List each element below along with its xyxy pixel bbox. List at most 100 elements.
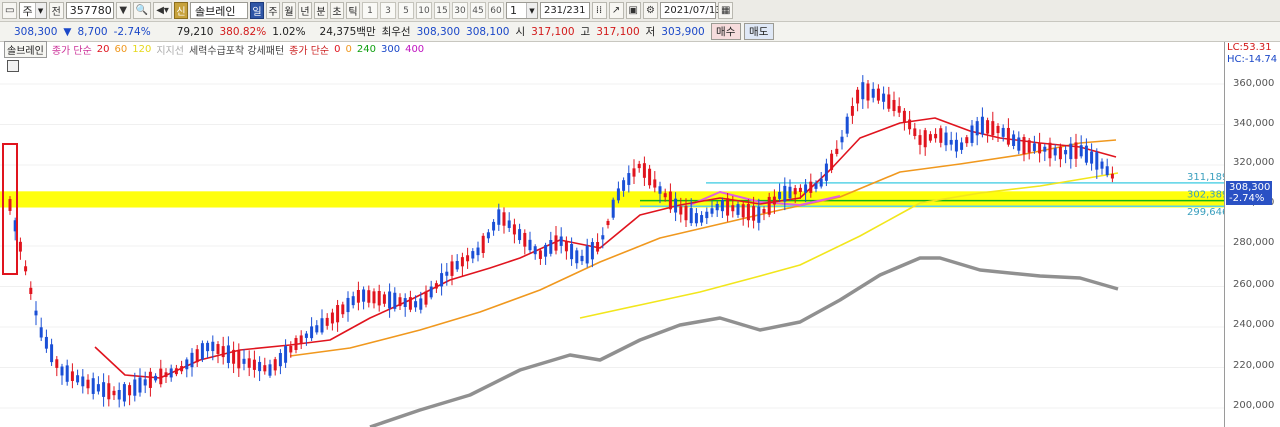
legend-support: 지지선 [156,46,184,57]
date-input[interactable]: 2021/07/13 [659,2,722,19]
buy-button[interactable]: 매수 [710,23,741,40]
save-icon[interactable]: ▣ [625,2,641,19]
candle-body [819,178,823,187]
price-axis: LC:53.31 HC:-14.74 360,000 340,000 320,0… [1224,42,1280,427]
candle-body [55,359,59,368]
calendar-icon[interactable]: ▦ [717,2,734,19]
candle-body [726,198,730,216]
candle-body [50,344,54,363]
interval-45[interactable]: 45 [469,2,486,19]
period-minute[interactable]: 분 [313,2,328,19]
best-ask: 308,300 [416,25,461,38]
candle-body [840,136,844,143]
candle-body [975,121,979,136]
candle-body [700,215,704,223]
search-icon[interactable]: 🔍 [132,2,152,19]
period-month[interactable]: 월 [281,2,296,19]
ma240-line [369,256,1119,427]
high-label: 고 [580,26,591,38]
interval-60[interactable]: 60 [487,2,504,19]
period-week[interactable]: 주 [265,2,280,19]
interval-10[interactable]: 10 [415,2,432,19]
candle-body [778,191,782,199]
candle-body [871,88,875,98]
candle-body [606,220,610,226]
grid-icon[interactable]: ⁞⁞ [591,2,607,19]
candle-body [86,379,90,389]
code-dropdown-button[interactable]: ▼ [115,2,131,19]
candle-body [876,88,880,101]
candle-body [450,261,454,276]
interval-5[interactable]: 5 [397,2,414,19]
candle-body [928,134,932,141]
tag-change: -2.74% [1229,193,1265,204]
candle-body [939,128,943,143]
candle-body [949,139,953,145]
candle-body [736,204,740,215]
candle-body [304,333,308,338]
candle-body [752,206,756,221]
stock-name-field[interactable]: 솔브레인 [189,2,248,19]
candle-body [273,359,277,371]
candle-body [81,376,85,387]
candle-body [554,235,558,251]
line-chart-icon[interactable]: ↗ [608,2,624,19]
interval-3[interactable]: 3 [379,2,396,19]
candle-body [798,187,802,192]
gear-icon[interactable]: ⚙ [642,2,658,19]
candle-body [252,359,256,370]
candle-body [538,250,542,259]
candle-body [310,326,314,339]
page-counter[interactable]: 231/231 [539,2,590,19]
candle-body [918,135,922,145]
candle-body [585,245,589,264]
interval-15[interactable]: 15 [433,2,450,19]
candle-body [263,365,267,372]
period-year[interactable]: 년 [297,2,312,19]
period-type-select[interactable]: 주 ▼ [19,2,47,19]
candle-body [1022,137,1026,155]
sell-button[interactable]: 매도 [743,23,774,40]
candle-body [481,235,485,254]
volume: 79,210 [176,25,214,38]
candle-body [1038,142,1042,154]
code-type-button[interactable]: 전 [48,2,64,19]
candle-body [445,271,449,276]
candle-body [476,247,480,256]
speaker-icon[interactable]: ◀▾ [153,2,172,19]
candle-body [486,232,490,239]
candle-body [195,349,199,363]
legend-ma400: 400 [405,44,425,55]
candle-body [429,286,433,298]
candle-body [424,291,428,305]
interval-30[interactable]: 30 [451,2,468,19]
candle-body [289,345,293,353]
period-second[interactable]: 초 [329,2,344,19]
legend-ma240: 240 [356,44,376,55]
candle-body [637,163,641,169]
price-chart[interactable]: 311,189 302,389 299,646 [0,56,1224,427]
lc-value: LC:53.31 [1227,42,1272,53]
candle-body [346,297,350,313]
layout-icon[interactable]: ▭ [2,2,18,19]
candle-body [154,375,158,381]
period-tick[interactable]: 틱 [345,2,360,19]
candle-body [845,116,849,134]
candle-body [913,128,917,136]
candle-body [393,292,397,309]
candle-body [76,375,80,383]
candle-body [663,193,667,198]
open-label: 시 [515,26,526,38]
candle-body [388,291,392,309]
stock-code-input[interactable]: 357780 [65,2,114,19]
high-price: 317,100 [596,25,640,38]
interval-1[interactable]: 1 [361,2,378,19]
axis-tick: 220,000 [1233,360,1275,371]
period-day[interactable]: 일 [249,2,264,19]
count-select[interactable]: 1 ▼ [505,2,538,19]
candle-body [528,239,532,251]
legend-ma120: 120 [132,44,152,55]
chart-toolbar: ▭ 주 ▼ 전 357780 ▼ 🔍 ◀▾ 신 솔브레인 일 주 월 년 분 초 … [0,0,1280,22]
best-quote-label: 최우선 [381,26,411,38]
candle-body [1058,146,1062,160]
